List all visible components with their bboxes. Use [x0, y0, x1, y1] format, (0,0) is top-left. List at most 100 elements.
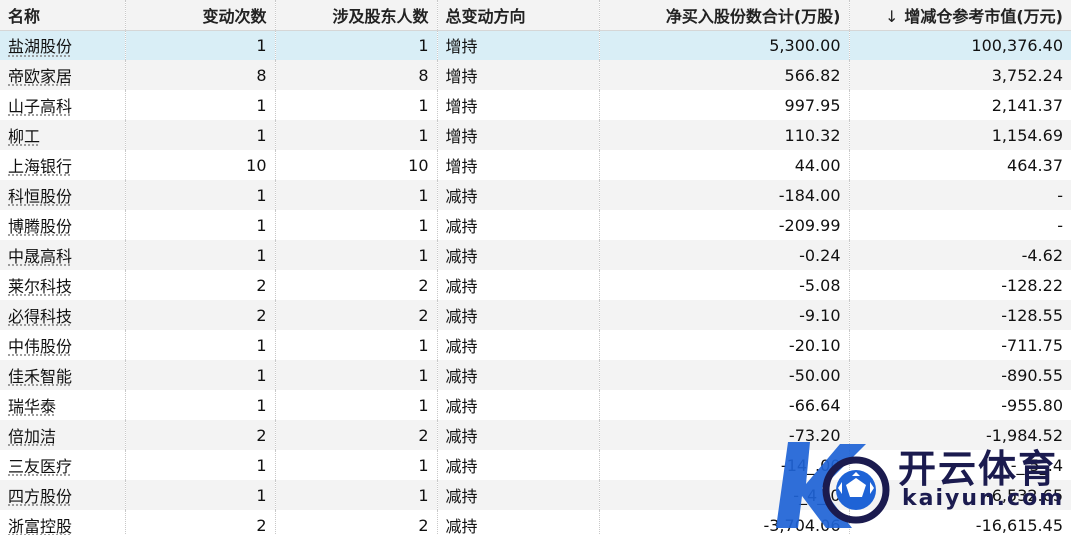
table-row[interactable]: 盐湖股份 1 1 增持 5,300.00 100,376.40 — [0, 30, 1071, 60]
stock-name-link[interactable]: 浙富控股 — [8, 517, 72, 535]
cell-change-count: 8 — [125, 60, 276, 90]
table-row[interactable]: 倍加洁 2 2 减持 -73.20 -1,984.52 — [0, 420, 1071, 450]
table-row[interactable]: 浙富控股 2 2 减持 -3,704.06 -16,615.45 — [0, 510, 1071, 535]
cell-holder-count: 1 — [275, 210, 438, 240]
stock-name-link[interactable]: 倍加洁 — [8, 427, 56, 446]
cell-net-shares: 566.82 — [599, 60, 850, 90]
column-header-holder-count[interactable]: 涉及股东人数 — [275, 0, 438, 31]
table-row[interactable]: 中晟高科 1 1 减持 -0.24 -4.62 — [0, 240, 1071, 270]
table-row[interactable]: 科恒股份 1 1 减持 -184.00- — [0, 180, 1071, 210]
table-row[interactable]: 瑞华泰 1 1 减持 -66.64 -955.80 — [0, 390, 1071, 420]
cell-name[interactable]: 科恒股份 — [0, 180, 126, 210]
stock-name-link[interactable]: 科恒股份 — [8, 187, 72, 206]
cell-name[interactable]: 莱尔科技 — [0, 270, 126, 300]
cell-name[interactable]: 四方股份 — [0, 480, 126, 510]
stock-name-link[interactable]: 帝欧家居 — [8, 67, 72, 86]
cell-name[interactable]: 中晟高科 — [0, 240, 126, 270]
cell-name[interactable]: 上海银行 — [0, 150, 126, 180]
table-body: 盐湖股份 1 1 增持 5,300.00 100,376.40 帝欧家居 8 8 增持 566.82… — [0, 30, 1071, 535]
table-row[interactable]: 必得科技 2 2 减持 -9.10 -128.55 — [0, 300, 1071, 330]
cell-holder-count: 1 — [275, 180, 438, 210]
column-header-net-shares[interactable]: 净买入股份数合计(万股) — [599, 0, 850, 31]
cell-market-value: -1,984.52 — [849, 420, 1071, 450]
table-row[interactable]: 博腾股份 1 1 减持 -209.99- — [0, 210, 1071, 240]
shareholder-change-table: 名称 变动次数 涉及股东人数 总变动方向 净买入股份数合计(万股) ↓ 增减仓参考… — [0, 0, 1071, 535]
cell-direction: 减持 — [437, 240, 600, 270]
cell-name[interactable]: 倍加洁 — [0, 420, 126, 450]
stock-name-link[interactable]: 盐湖股份 — [8, 37, 72, 56]
cell-net-shares: -5.08 — [599, 270, 850, 300]
cell-market-value: -4.62 — [849, 240, 1071, 270]
cell-net-shares: -3,704.06 — [599, 510, 850, 535]
stock-name-link[interactable]: 四方股份 — [8, 487, 72, 506]
cell-holder-count: 1 — [275, 480, 438, 510]
cell-direction: 增持 — [437, 120, 600, 150]
cell-market-value: 3,752.24 — [849, 60, 1071, 90]
column-header-label: 增减仓参考市值(万元) — [904, 6, 1063, 26]
cell-market-value: 1,154.69 — [849, 120, 1071, 150]
cell-direction: 减持 — [437, 390, 600, 420]
cell-direction: 减持 — [437, 420, 600, 450]
table-row[interactable]: 莱尔科技 2 2 减持 -5.08 -128.22 — [0, 270, 1071, 300]
column-header-name[interactable]: 名称 — [0, 0, 126, 31]
cell-change-count: 1 — [125, 30, 276, 60]
table-row[interactable]: 柳工 1 1 增持 110.32 1,154.69 — [0, 120, 1071, 150]
cell-net-shares: -209.99 — [599, 210, 850, 240]
stock-name-link[interactable]: 上海银行 — [8, 157, 72, 176]
cell-name[interactable]: 必得科技 — [0, 300, 126, 330]
cell-name[interactable]: 帝欧家居 — [0, 60, 126, 90]
stock-name-link[interactable]: 中晟高科 — [8, 247, 72, 266]
table-row[interactable]: 四方股份 1 1 减持 -_4_.0 -6,532.65 — [0, 480, 1071, 510]
stock-name-link[interactable]: 佳禾智能 — [8, 367, 72, 386]
stock-name-link[interactable]: 三友医疗 — [8, 457, 72, 476]
cell-direction: 增持 — [437, 90, 600, 120]
cell-net-shares: -_4_.0 — [599, 480, 850, 510]
cell-holder-count: 2 — [275, 300, 438, 330]
cell-name[interactable]: 佳禾智能 — [0, 360, 126, 390]
cell-change-count: 2 — [125, 270, 276, 300]
table-row[interactable]: 上海银行 10 10 增持 44.00 464.37 — [0, 150, 1071, 180]
stock-name-link[interactable]: 必得科技 — [8, 307, 72, 326]
cell-holder-count: 1 — [275, 90, 438, 120]
cell-name[interactable]: 瑞华泰 — [0, 390, 126, 420]
cell-market-value: -6,532.65 — [849, 480, 1071, 510]
table-row[interactable]: 三友医疗 1 1 减持 -14_.00 -_,5_.4 — [0, 450, 1071, 480]
cell-name[interactable]: 中伟股份 — [0, 330, 126, 360]
stock-name-link[interactable]: 博腾股份 — [8, 217, 72, 236]
cell-change-count: 1 — [125, 90, 276, 120]
table-row[interactable]: 中伟股份 1 1 减持 -20.10 -711.75 — [0, 330, 1071, 360]
cell-net-shares: -9.10 — [599, 300, 850, 330]
column-header-change-count[interactable]: 变动次数 — [125, 0, 276, 31]
cell-name[interactable]: 三友医疗 — [0, 450, 126, 480]
cell-market-value: 464.37 — [849, 150, 1071, 180]
cell-name[interactable]: 柳工 — [0, 120, 126, 150]
cell-change-count: 1 — [125, 390, 276, 420]
cell-market-value: 2,141.37 — [849, 90, 1071, 120]
stock-name-link[interactable]: 瑞华泰 — [8, 397, 56, 416]
cell-market-value: -711.75 — [849, 330, 1071, 360]
cell-net-shares: -73.20 — [599, 420, 850, 450]
cell-name[interactable]: 山子高科 — [0, 90, 126, 120]
column-header-market-value[interactable]: ↓ 增减仓参考市值(万元) — [849, 0, 1071, 31]
cell-market-value: - — [849, 180, 1071, 210]
stock-name-link[interactable]: 柳工 — [8, 127, 40, 146]
cell-change-count: 2 — [125, 420, 276, 450]
column-header-direction[interactable]: 总变动方向 — [437, 0, 600, 31]
cell-name[interactable]: 博腾股份 — [0, 210, 126, 240]
cell-net-shares: -66.64 — [599, 390, 850, 420]
cell-change-count: 1 — [125, 360, 276, 390]
cell-name[interactable]: 盐湖股份 — [0, 30, 126, 60]
table-row[interactable]: 佳禾智能 1 1 减持 -50.00 -890.55 — [0, 360, 1071, 390]
table-row[interactable]: 山子高科 1 1 增持 997.95 2,141.37 — [0, 90, 1071, 120]
cell-change-count: 1 — [125, 330, 276, 360]
cell-market-value: -890.55 — [849, 360, 1071, 390]
cell-change-count: 1 — [125, 120, 276, 150]
cell-net-shares: -50.00 — [599, 360, 850, 390]
stock-name-link[interactable]: 山子高科 — [8, 97, 72, 116]
cell-net-shares: 44.00 — [599, 150, 850, 180]
cell-name[interactable]: 浙富控股 — [0, 510, 126, 535]
stock-name-link[interactable]: 莱尔科技 — [8, 277, 72, 296]
cell-market-value: - — [849, 210, 1071, 240]
table-row[interactable]: 帝欧家居 8 8 增持 566.82 3,752.24 — [0, 60, 1071, 90]
stock-name-link[interactable]: 中伟股份 — [8, 337, 72, 356]
